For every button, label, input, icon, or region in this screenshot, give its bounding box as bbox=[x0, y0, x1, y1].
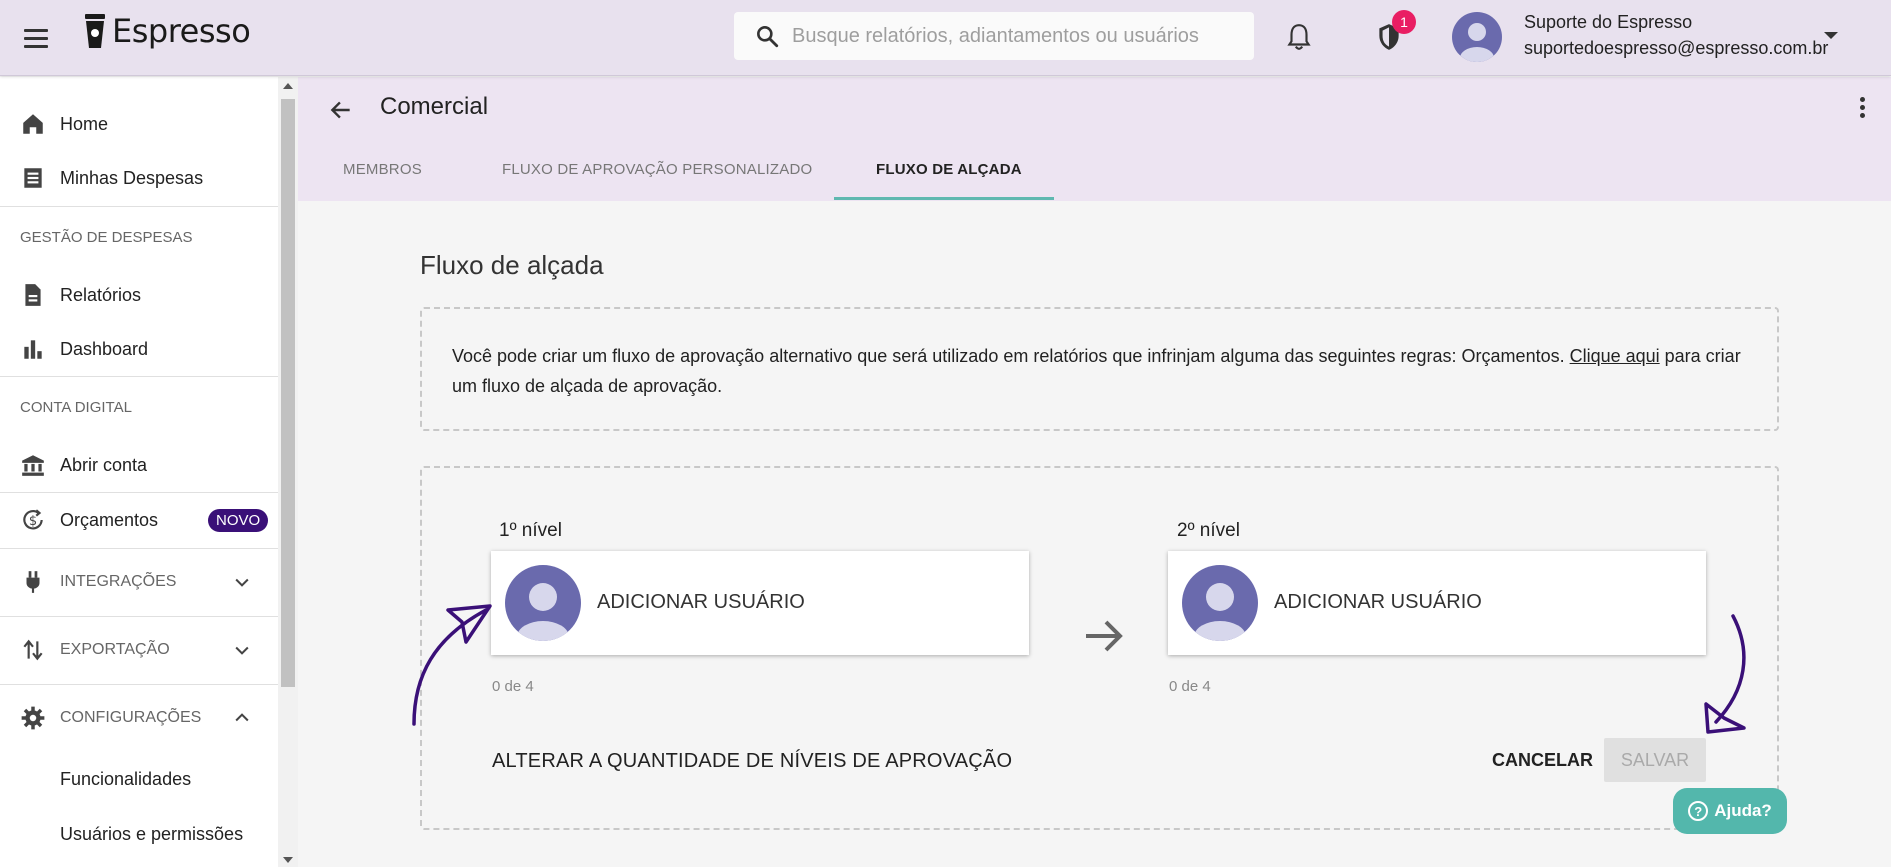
sidebar-item-label: CONFIGURAÇÕES bbox=[60, 709, 202, 726]
sidebar-item-label: Home bbox=[60, 113, 109, 134]
scroll-thumb[interactable] bbox=[281, 99, 295, 687]
sidebar-subitem-users-permissions[interactable]: Usuários e permissões bbox=[60, 824, 243, 845]
bar-chart-icon bbox=[24, 340, 42, 359]
section-title: Fluxo de alçada bbox=[420, 250, 604, 280]
receipt-icon bbox=[24, 168, 42, 188]
change-levels-button[interactable]: ALTERAR A QUANTIDADE DE NÍVEIS DE APROVA… bbox=[492, 750, 1012, 773]
sidebar-subitem-features[interactable]: Funcionalidades bbox=[60, 769, 191, 790]
level-1-label: 1º nível bbox=[499, 520, 562, 541]
notification-badge: 1 bbox=[1392, 10, 1416, 34]
user-placeholder-avatar-icon bbox=[1182, 565, 1258, 641]
help-question-icon: ? bbox=[1688, 801, 1709, 821]
add-user-label: ADICIONAR USUÁRIO bbox=[597, 591, 805, 613]
sidebar-item-label: Relatórios bbox=[60, 284, 142, 305]
page-title: Comercial bbox=[380, 93, 489, 120]
user-menu-caret-icon[interactable] bbox=[1824, 32, 1838, 39]
top-bar: Espresso 1 Suporte do Espresso suportedo… bbox=[0, 0, 1891, 76]
tab-members[interactable]: MEMBROS bbox=[343, 161, 422, 178]
sidebar-scrollbar[interactable] bbox=[278, 77, 298, 867]
svg-text:$: $ bbox=[29, 514, 37, 529]
sidebar-divider bbox=[0, 684, 278, 685]
user-name: Suporte do Espresso bbox=[1524, 12, 1693, 32]
app-name: Espresso bbox=[112, 12, 251, 50]
tab-escalation-flow[interactable]: FLUXO DE ALÇADA bbox=[876, 161, 1022, 178]
sidebar-item-my-expenses[interactable]: Minhas Despesas bbox=[0, 151, 278, 205]
sidebar-item-open-account[interactable]: Abrir conta bbox=[0, 438, 278, 492]
user-avatar[interactable] bbox=[1452, 12, 1502, 62]
more-options-icon[interactable] bbox=[1860, 97, 1865, 118]
chevron-down-icon bbox=[235, 578, 249, 587]
home-icon bbox=[23, 114, 43, 134]
level-2-add-user-card[interactable]: ADICIONAR USUÁRIO bbox=[1168, 551, 1706, 655]
sidebar-item-label: EXPORTAÇÃO bbox=[60, 641, 170, 658]
page-header: Comercial MEMBROS FLUXO DE APROVAÇÃO PER… bbox=[298, 77, 1891, 201]
annotation-arrow-icon bbox=[412, 604, 492, 726]
user-email: suportedoespresso@espresso.com.br bbox=[1524, 38, 1829, 58]
active-tab-indicator bbox=[834, 197, 1054, 200]
gear-icon bbox=[21, 706, 45, 730]
sidebar-item-home[interactable]: Home bbox=[0, 97, 278, 151]
sidebar-item-settings[interactable]: CONFIGURAÇÕES bbox=[0, 691, 278, 745]
app-logo[interactable]: Espresso bbox=[84, 12, 251, 50]
sidebar-item-label: Minhas Despesas bbox=[60, 167, 204, 188]
sidebar-item-export[interactable]: EXPORTAÇÃO bbox=[0, 623, 278, 677]
click-here-link[interactable]: Clique aqui bbox=[1570, 346, 1660, 366]
chevron-down-icon bbox=[235, 646, 249, 655]
new-badge: NOVO bbox=[208, 508, 269, 532]
info-text-start: Você pode criar um fluxo de aprovação al… bbox=[452, 346, 1570, 366]
avatar-icon bbox=[1460, 23, 1494, 62]
level-2-label: 2º nível bbox=[1177, 520, 1240, 541]
plug-icon bbox=[26, 571, 40, 593]
sidebar: Home Minhas Despesas GESTÃO DE DESPESAS … bbox=[0, 77, 278, 867]
swap-vertical-icon bbox=[23, 639, 43, 661]
sidebar-item-dashboard[interactable]: Dashboard bbox=[0, 322, 278, 376]
save-button[interactable]: SALVAR bbox=[1604, 738, 1706, 782]
sidebar-item-label: INTEGRAÇÕES bbox=[60, 573, 177, 590]
currency-cycle-icon: $ bbox=[23, 509, 43, 530]
search-input[interactable] bbox=[792, 24, 1212, 48]
level-1-add-user-card[interactable]: ADICIONAR USUÁRIO bbox=[491, 551, 1029, 655]
annotation-arrow-icon bbox=[1704, 614, 1746, 734]
sidebar-divider bbox=[0, 376, 278, 377]
scroll-up-arrow-icon[interactable] bbox=[283, 83, 293, 89]
sidebar-item-label: Abrir conta bbox=[60, 454, 148, 475]
level-2-count: 0 de 4 bbox=[1169, 678, 1211, 695]
back-arrow-icon[interactable] bbox=[328, 97, 354, 123]
sidebar-section-digital-account: CONTA DIGITAL bbox=[20, 399, 132, 416]
tab-custom-approval-flow[interactable]: FLUXO DE APROVAÇÃO PERSONALIZADO bbox=[502, 161, 812, 178]
sidebar-divider bbox=[0, 548, 278, 549]
search-icon bbox=[757, 26, 779, 48]
coffee-cup-icon bbox=[85, 14, 105, 48]
cancel-button[interactable]: CANCELAR bbox=[1492, 750, 1593, 771]
sidebar-item-label: Orçamentos bbox=[60, 509, 159, 530]
scroll-down-arrow-icon[interactable] bbox=[283, 857, 293, 863]
info-box: Você pode criar um fluxo de aprovação al… bbox=[420, 307, 1779, 431]
chevron-up-icon bbox=[235, 713, 249, 722]
document-icon bbox=[25, 284, 41, 306]
sidebar-section-expense-mgmt: GESTÃO DE DESPESAS bbox=[20, 229, 193, 246]
bank-icon bbox=[22, 455, 44, 476]
help-label: Ajuda? bbox=[1714, 801, 1772, 820]
help-button[interactable]: ? Ajuda? bbox=[1673, 788, 1787, 834]
bell-icon[interactable] bbox=[1286, 22, 1312, 52]
search-bar[interactable] bbox=[734, 12, 1254, 60]
menu-icon[interactable] bbox=[24, 22, 56, 54]
sidebar-item-budgets[interactable]: $ Orçamentos NOVO bbox=[0, 493, 278, 547]
add-user-label: ADICIONAR USUÁRIO bbox=[1274, 591, 1482, 613]
user-placeholder-avatar-icon bbox=[505, 565, 581, 641]
sidebar-item-integrations[interactable]: INTEGRAÇÕES bbox=[0, 555, 278, 609]
sidebar-divider bbox=[0, 616, 278, 617]
arrow-right-icon bbox=[1086, 620, 1123, 652]
info-text: Você pode criar um fluxo de aprovação al… bbox=[452, 341, 1752, 401]
sidebar-item-label: Dashboard bbox=[60, 338, 149, 359]
sidebar-divider bbox=[0, 206, 278, 207]
sidebar-item-reports[interactable]: Relatórios bbox=[0, 268, 278, 322]
